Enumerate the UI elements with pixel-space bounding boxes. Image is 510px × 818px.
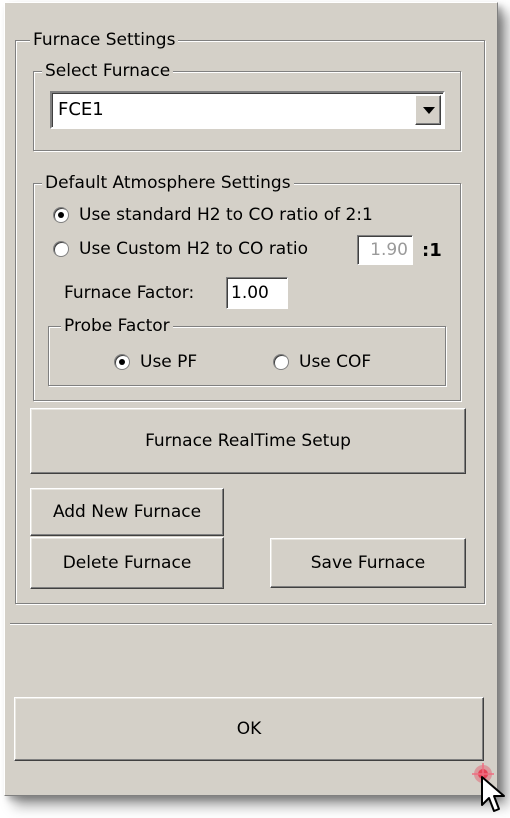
furnace-select-dropdown-button[interactable] (415, 95, 441, 125)
radio-use-pf-circle[interactable] (114, 354, 130, 370)
radio-custom-ratio[interactable]: Use Custom H2 to CO ratio (53, 238, 308, 260)
probe-factor-title: Probe Factor (61, 315, 173, 337)
mouse-pointer-icon (481, 776, 505, 812)
chevron-down-icon (423, 107, 435, 114)
radio-custom-ratio-label: Use Custom H2 to CO ratio (79, 239, 309, 259)
radio-use-pf[interactable]: Use PF (114, 351, 197, 373)
delete-furnace-button[interactable]: Delete Furnace (30, 537, 224, 589)
radio-custom-ratio-circle[interactable] (53, 241, 69, 257)
bottom-separator (10, 623, 492, 625)
radio-standard-ratio-circle[interactable] (53, 207, 69, 223)
ratio-suffix: :1 (422, 240, 442, 261)
radio-use-cof-circle[interactable] (273, 354, 289, 370)
furnace-select-value: FCE1 (58, 99, 104, 120)
furnace-settings-title: Furnace Settings (30, 29, 179, 51)
radio-use-pf-label: Use PF (140, 352, 198, 372)
radio-use-cof[interactable]: Use COF (273, 351, 371, 373)
probe-factor-group: Probe Factor (48, 315, 446, 386)
furnace-realtime-setup-button[interactable]: Furnace RealTime Setup (30, 408, 466, 474)
add-new-furnace-button[interactable]: Add New Furnace (30, 488, 224, 536)
furnace-select[interactable]: FCE1 (50, 91, 445, 129)
custom-ratio-input[interactable] (357, 235, 413, 265)
furnace-factor-label: Furnace Factor: (64, 283, 195, 303)
radio-use-cof-label: Use COF (299, 352, 372, 372)
furnace-factor-input[interactable] (226, 277, 288, 309)
radio-standard-ratio-label: Use standard H2 to CO ratio of 2:1 (79, 205, 373, 225)
ok-button[interactable]: OK (14, 697, 484, 761)
save-furnace-button[interactable]: Save Furnace (270, 538, 466, 588)
default-atmosphere-title: Default Atmosphere Settings (42, 172, 294, 194)
select-furnace-title: Select Furnace (42, 60, 174, 82)
radio-standard-ratio[interactable]: Use standard H2 to CO ratio of 2:1 (53, 204, 373, 226)
